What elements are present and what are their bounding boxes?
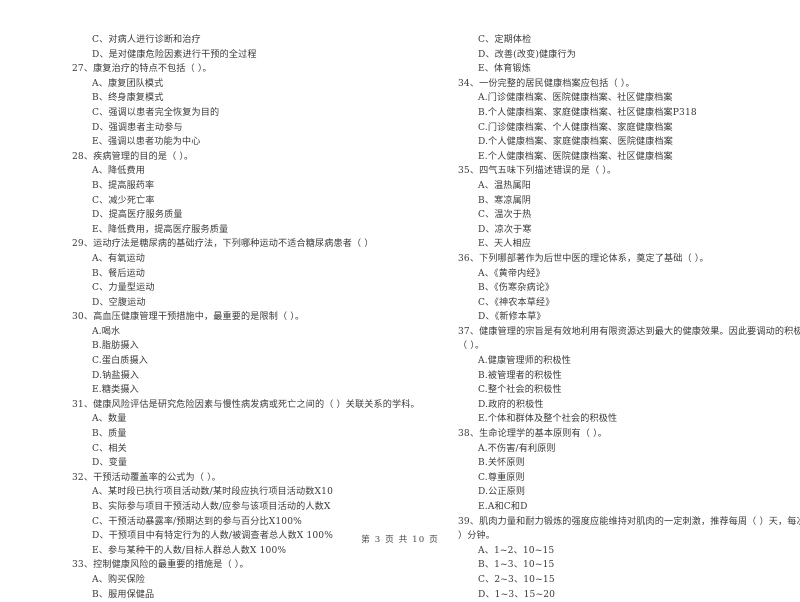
- question-option: B.脂肪摄入: [92, 341, 139, 352]
- question-stem-continuation: （ ）。: [458, 341, 485, 352]
- question-stem: 33、控制健康风险的最重要的措施是（ ）。: [72, 560, 249, 571]
- question-option: A、某时段已执行项目活动数/某时段应执行项目活动数X10: [92, 487, 334, 498]
- question-option: B、服用保健品: [92, 589, 155, 600]
- question-stem: 38、生命论理学的基本原则有（ ）。: [458, 429, 608, 440]
- question-option: B.关怀原则: [478, 458, 525, 469]
- question-option: D、1~3、15~20: [478, 589, 556, 600]
- question-stem: 36、下列哪部著作为后世中医的理论体系，奠定了基础（ ）。: [458, 253, 709, 264]
- two-column-body: C、对病人进行诊断和治疗 D、是对健康危险因素进行干预的全过程 27、康复治疗的特点…: [0, 33, 800, 602]
- question-option: E、降低费用，提高医疗服务质量: [92, 224, 229, 235]
- question-stem: 35、四气五味下列描述错误的是（ ）。: [458, 166, 617, 177]
- question-option: A.不伤害/有利原则: [478, 443, 556, 454]
- question-stem: 29、运动疗法是糖尿病的基础疗法，下列哪种运动不适合糖尿病患者（ ）: [72, 239, 374, 250]
- question-option: D、《新修本草》: [478, 312, 546, 323]
- question-option: B、实际参与项目干预活动人数/应参与该项目活动的人数X: [92, 502, 331, 512]
- question-option: E.个人健康档案、医院健康档案、社区健康档案: [478, 151, 673, 162]
- question-option: E.A和C和D: [478, 502, 528, 512]
- question-stem: 27、康复治疗的特点不包括（ ）。: [72, 64, 212, 75]
- question-option: C、干预活动暴露率/预期达到的参与百分比X100%: [92, 516, 302, 527]
- exam-page: C、对病人进行诊断和治疗 D、是对健康危险因素进行干预的全过程 27、康复治疗的特点…: [0, 0, 800, 600]
- question-option: D、空腹运动: [92, 297, 146, 308]
- question-option: B、1~3、10~15: [478, 560, 555, 571]
- question-option: B、终身康复模式: [92, 93, 164, 104]
- question-option: A、数量: [92, 414, 127, 425]
- question-option: E、天人相应: [478, 239, 532, 250]
- question-option: C、温次于热: [478, 210, 532, 221]
- question-option: B.被管理者的积极性: [478, 370, 562, 381]
- question-option: A、购买保险: [92, 574, 145, 585]
- question-option: D.个人健康档案、家庭健康档案、医院健康档案: [478, 137, 674, 148]
- question-stem: 34、一份完整的居民健康档案应包括（ ）。: [458, 78, 635, 89]
- question-option: C.尊重原则: [478, 472, 525, 483]
- question-option: C、强调以患者完全恢复为目的: [92, 107, 220, 118]
- question-option: A、康复团队模式: [92, 78, 164, 89]
- question-option: C、2~3、10~15: [478, 574, 555, 585]
- question-stem: 39、肌肉力量和耐力锻炼的强度应能维持对肌肉的一定刺激，推荐每周（ ）天，每次（: [458, 516, 800, 527]
- question-option: C.门诊健康档案、个人健康档案、家庭健康档案: [478, 122, 673, 133]
- question-option: B、餐后运动: [92, 268, 146, 279]
- question-option: C.蛋白质摄入: [92, 356, 149, 367]
- question-option: D.钠盐摄入: [92, 370, 140, 381]
- question-stem: 28、疾病管理的目的是（ ）。: [72, 151, 194, 162]
- question-option: D.公正原则: [478, 487, 526, 498]
- question-option: A.喝水: [92, 326, 121, 337]
- question-option: A、《黄帝内经》: [478, 268, 545, 279]
- question-option: B.个人健康档案、家庭健康档案、社区健康档案P318: [478, 107, 697, 118]
- question-option: C.整个社会的积极性: [478, 385, 562, 396]
- question-option: C、力量型运动: [92, 283, 155, 294]
- question-option: C、减少死亡率: [92, 195, 155, 206]
- question-option: E、强调以患者功能为中心: [92, 137, 201, 148]
- question-stem: 30、高血压健康管理干预措施中，最重要的是限制（ ）。: [72, 312, 305, 323]
- question-option: C、定期体检: [478, 35, 532, 45]
- question-option: D、是对健康危险因素进行干预的全过程: [92, 49, 257, 60]
- question-option: A.健康管理师的积极性: [478, 356, 571, 367]
- question-stem: 31、健康风险评估是研究危险因素与慢性病发病或死亡之间的（ ）关联关系的学科。: [72, 399, 420, 410]
- question-option: A、降低费用: [92, 166, 145, 177]
- question-option: A、1~2、10~15: [478, 545, 555, 556]
- question-option: B、《伤寒杂病论》: [478, 283, 555, 294]
- question-option: A、有氧运动: [92, 253, 145, 264]
- page-footer: 第 3 页 共 10 页: [361, 535, 439, 545]
- question-option: E.糖类摄入: [92, 385, 139, 396]
- question-option: C、对病人进行诊断和治疗: [92, 35, 201, 45]
- question-option: A、温热属阳: [478, 180, 531, 191]
- question-option: A.门诊健康档案、医院健康档案、社区健康档案: [478, 93, 673, 104]
- question-option: D.政府的积极性: [478, 399, 544, 410]
- question-option: C、相关: [92, 443, 127, 454]
- question-option: D、强调患者主动参与: [92, 122, 183, 133]
- question-option: C、《神农本草经》: [478, 297, 555, 308]
- question-option: E、参与某种干的人数/目标人群总人数X 100%: [92, 545, 287, 556]
- question-stem: 32、干预活动覆盖率的公式为（ ）。: [72, 472, 222, 483]
- question-stem: 37、健康管理的宗旨是有效地利用有限资源达到最大的健康效果。因此要调动的积极因素…: [458, 326, 800, 337]
- question-option: D、凉次于寒: [478, 224, 532, 235]
- question-option: D、改善(改变)健康行为: [478, 49, 577, 60]
- question-option: D、变量: [92, 458, 128, 469]
- question-option: B、寒凉属阴: [478, 195, 532, 206]
- question-option: B、提高服药率: [92, 180, 155, 191]
- right-column: C、定期体检 D、改善(改变)健康行为 E、体育锻炼 34、一份完整的居民健康档案应包…: [400, 33, 800, 602]
- question-option: B、质量: [92, 429, 127, 440]
- question-option: E、体育锻炼: [478, 64, 532, 75]
- question-option: D、提高医疗服务质量: [92, 210, 183, 221]
- left-column: C、对病人进行诊断和治疗 D、是对健康危险因素进行干预的全过程 27、康复治疗的特点…: [0, 33, 420, 602]
- question-option: E.个体和群体及整个社会的积极性: [478, 414, 618, 425]
